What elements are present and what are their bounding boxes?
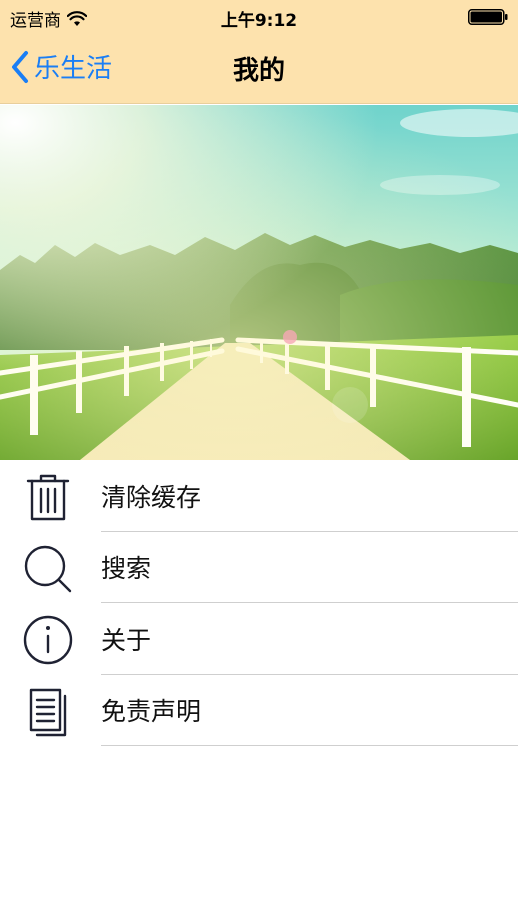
trash-icon [26, 474, 70, 521]
search-icon [24, 545, 72, 592]
nav-bar: 乐生活 我的 [0, 34, 518, 104]
menu-item-about[interactable]: 关于 [0, 603, 518, 675]
menu-item-label: 免责声明 [101, 697, 202, 727]
menu-item-clear-cache[interactable]: 清除缓存 [0, 460, 518, 532]
status-time: 上午9:12 [220, 11, 298, 31]
menu-list: 清除缓存 搜索 关于 免责声明 [0, 460, 518, 746]
menu-item-label: 搜索 [101, 554, 152, 584]
menu-item-search[interactable]: 搜索 [0, 532, 518, 603]
header: 运营商 上午9:12 乐生活 我的 [0, 0, 518, 104]
menu-item-label: 关于 [101, 625, 152, 655]
banner-image [0, 105, 518, 460]
page-title: 我的 [232, 56, 285, 86]
battery-icon [468, 9, 508, 25]
screen: 运营商 上午9:12 乐生活 我的 清除缓存 搜索 关于 免责声明 [0, 0, 518, 920]
divider [101, 745, 518, 746]
status-bar: 运营商 上午9:12 [0, 0, 518, 34]
menu-item-disclaimer[interactable]: 免责声明 [0, 675, 518, 746]
menu-item-label: 清除缓存 [101, 482, 202, 512]
document-icon [29, 688, 67, 736]
info-icon [23, 615, 73, 665]
